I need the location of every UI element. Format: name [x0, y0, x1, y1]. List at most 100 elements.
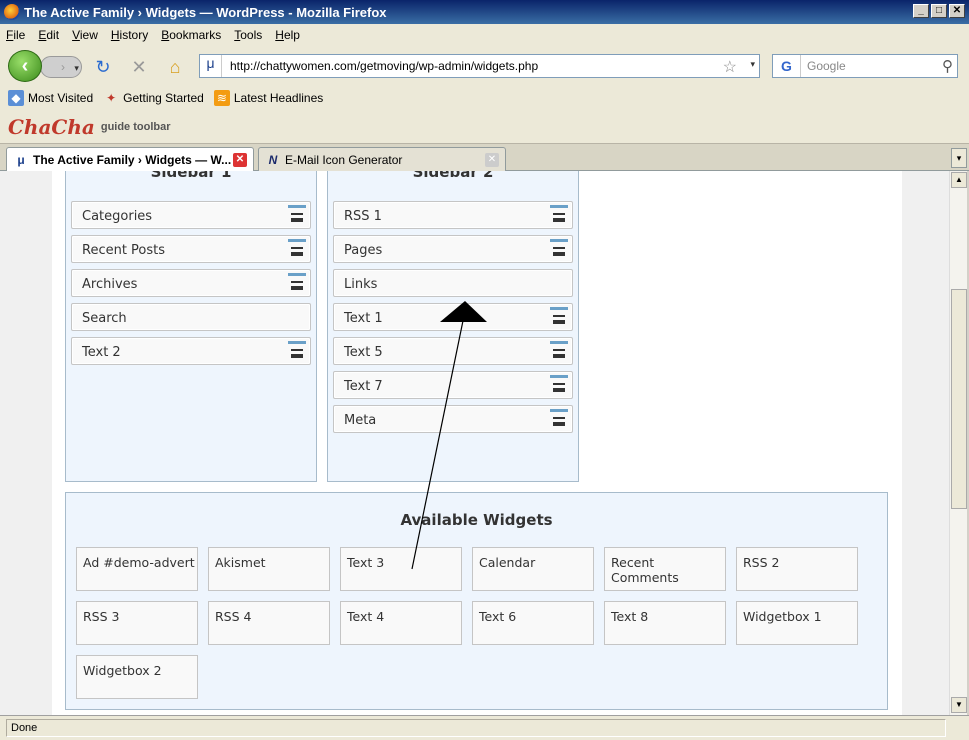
available-widget-calendar[interactable]: Calendar: [472, 547, 594, 591]
widget-menu-icon[interactable]: [550, 409, 568, 429]
widget-label: Categories: [82, 209, 153, 224]
widget-label: Text 3: [347, 555, 385, 570]
bookmark-most-visited[interactable]: ◆ Most Visited: [8, 90, 93, 106]
google-engine-icon[interactable]: G: [773, 55, 801, 77]
sidebar-1-panel: Sidebar 1 Categories Recent Posts Archiv…: [65, 171, 317, 482]
widget-menu-icon[interactable]: [550, 307, 568, 327]
widget-label: Calendar: [479, 555, 536, 570]
widget-menu-icon[interactable]: [288, 205, 306, 225]
url-dropdown-icon[interactable]: ▾: [750, 59, 755, 70]
available-widget-rss-3[interactable]: RSS 3: [76, 601, 198, 645]
stop-icon[interactable]: ✕: [128, 56, 150, 78]
url-bar[interactable]: μ http://chattywomen.com/getmoving/wp-ad…: [199, 54, 760, 78]
most-visited-icon: ◆: [8, 90, 24, 106]
status-bar: Done: [0, 715, 969, 740]
widget-text-1[interactable]: Text 1: [333, 303, 573, 331]
home-icon[interactable]: ⌂: [164, 56, 186, 78]
widget-categories[interactable]: Categories: [71, 201, 311, 229]
navigation-toolbar: › ▾ ‹ ↻ ✕ ⌂ μ http://chattywomen.com/get…: [0, 46, 969, 86]
available-widget-rss-2[interactable]: RSS 2: [736, 547, 858, 591]
widget-text-7[interactable]: Text 7: [333, 371, 573, 399]
available-widget-rss-4[interactable]: RSS 4: [208, 601, 330, 645]
widget-search[interactable]: Search: [71, 303, 311, 331]
menu-tools[interactable]: Tools: [234, 28, 262, 42]
available-widget-ad-demo-advert[interactable]: Ad #demo-advert: [76, 547, 198, 591]
widgets-page: Sidebar 1 Categories Recent Posts Archiv…: [52, 171, 902, 715]
site-favicon-icon: μ: [17, 152, 25, 167]
widget-links[interactable]: Links: [333, 269, 573, 297]
menu-view[interactable]: View: [72, 28, 98, 42]
widget-meta[interactable]: Meta: [333, 405, 573, 433]
menu-history[interactable]: History: [111, 28, 148, 42]
available-widget-text-8[interactable]: Text 8: [604, 601, 726, 645]
available-widget-widgetbox-1[interactable]: Widgetbox 1: [736, 601, 858, 645]
widget-text-2[interactable]: Text 2: [71, 337, 311, 365]
bookmark-getting-started[interactable]: ✦ Getting Started: [103, 90, 204, 106]
widget-recent-posts[interactable]: Recent Posts: [71, 235, 311, 263]
bookmark-latest-headlines[interactable]: ≋ Latest Headlines: [213, 90, 323, 106]
available-widget-recent-comments[interactable]: Recent Comments: [604, 547, 726, 591]
widget-menu-icon[interactable]: [550, 341, 568, 361]
menu-edit[interactable]: Edit: [38, 28, 59, 42]
bookmark-star-icon[interactable]: ☆: [723, 57, 737, 77]
widget-menu-icon[interactable]: [288, 239, 306, 259]
sidebar-2-panel: Sidebar 2 RSS 1 Pages Links Text 1 Text …: [327, 171, 579, 482]
widget-menu-icon[interactable]: [550, 239, 568, 259]
scroll-up-icon[interactable]: ▲: [951, 172, 967, 188]
minimize-button[interactable]: _: [913, 4, 929, 18]
tab-label: E-Mail Icon Generator: [285, 152, 403, 167]
widget-rss-1[interactable]: RSS 1: [333, 201, 573, 229]
widget-label: Recent Posts: [82, 243, 166, 258]
widget-label: Search: [82, 311, 127, 326]
scroll-down-icon[interactable]: ▼: [951, 697, 967, 713]
widget-label: Ad #demo-advert: [83, 555, 195, 570]
widget-label: Widgetbox 2: [83, 663, 162, 678]
scroll-thumb[interactable]: [951, 289, 967, 509]
widget-label: Text 8: [611, 609, 649, 624]
widget-menu-icon[interactable]: [288, 273, 306, 293]
search-icon[interactable]: ⚲: [942, 57, 953, 75]
close-window-button[interactable]: ✕: [949, 4, 965, 18]
widget-text-5[interactable]: Text 5: [333, 337, 573, 365]
available-widgets-title: Available Widgets: [400, 511, 553, 529]
search-input[interactable]: Google: [807, 59, 846, 73]
menu-bookmarks[interactable]: Bookmarks: [161, 28, 221, 42]
vertical-scrollbar[interactable]: ▲ ▼: [949, 171, 967, 715]
widget-label: Text 1: [344, 311, 383, 326]
available-widget-akismet[interactable]: Akismet: [208, 547, 330, 591]
widget-label: Recent Comments: [611, 555, 679, 585]
chacha-toolbar: ChaCha guide toolbar: [0, 110, 969, 144]
widget-label: Text 5: [344, 345, 383, 360]
url-text: http://chattywomen.com/getmoving/wp-admi…: [230, 59, 539, 73]
menu-file[interactable]: File: [6, 28, 25, 42]
available-widget-text-6[interactable]: Text 6: [472, 601, 594, 645]
widget-menu-icon[interactable]: [550, 375, 568, 395]
reload-icon[interactable]: ↻: [92, 56, 114, 78]
chacha-logo[interactable]: ChaCha: [8, 115, 95, 139]
widget-menu-icon[interactable]: [550, 205, 568, 225]
search-bar[interactable]: G Google ⚲: [772, 54, 958, 78]
menu-help[interactable]: Help: [275, 28, 300, 42]
close-tab-icon[interactable]: ✕: [485, 153, 499, 167]
available-widget-text-4[interactable]: Text 4: [340, 601, 462, 645]
tab-email-icon-generator[interactable]: N E-Mail Icon Generator ✕: [258, 147, 506, 171]
widget-archives[interactable]: Archives: [71, 269, 311, 297]
site-favicon-icon: μ: [200, 55, 222, 77]
widget-pages[interactable]: Pages: [333, 235, 573, 263]
bookmark-label: Most Visited: [28, 91, 94, 105]
getting-started-icon: ✦: [106, 91, 117, 105]
forward-button[interactable]: › ▾: [40, 56, 82, 78]
bookmarks-toolbar: ◆ Most Visited ✦ Getting Started ≋ Lates…: [0, 86, 969, 110]
tab-widgets[interactable]: μ The Active Family › Widgets — W... ✕: [6, 147, 254, 171]
available-widget-text-3[interactable]: Text 3: [340, 547, 462, 591]
widget-menu-icon[interactable]: [288, 341, 306, 361]
widget-label: Text 6: [479, 609, 517, 624]
sidebar-1-title: Sidebar 1: [150, 171, 232, 181]
tab-list-dropdown-icon[interactable]: ▾: [951, 148, 967, 168]
widget-label: Widgetbox 1: [743, 609, 822, 624]
widget-label: Links: [344, 277, 378, 292]
maximize-button[interactable]: □: [931, 4, 947, 18]
close-tab-icon[interactable]: ✕: [233, 153, 247, 167]
back-button[interactable]: ‹: [8, 50, 42, 82]
available-widget-widgetbox-2[interactable]: Widgetbox 2: [76, 655, 198, 699]
